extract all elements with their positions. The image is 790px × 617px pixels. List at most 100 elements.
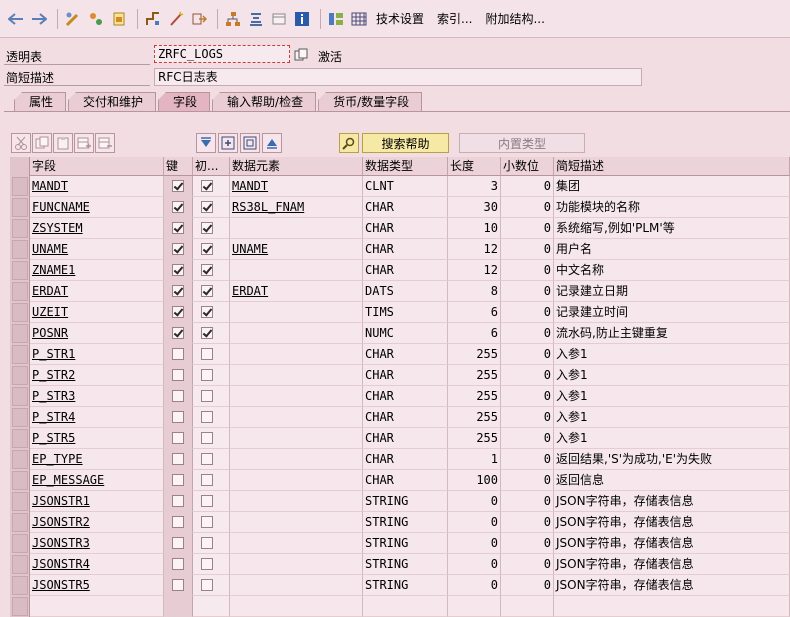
key-checkbox[interactable] <box>172 222 184 234</box>
field-name-cell[interactable]: UZEIT <box>30 302 164 323</box>
field-name-cell[interactable]: P_STR5 <box>30 428 164 449</box>
decimals-cell[interactable]: 0 <box>501 260 554 281</box>
key-checkbox[interactable] <box>172 495 184 507</box>
data-type-cell[interactable]: CHAR <box>363 239 448 260</box>
decimals-cell[interactable] <box>501 596 554 617</box>
tab-fields[interactable]: 字段 <box>158 92 211 111</box>
search-help-icon[interactable] <box>339 133 359 153</box>
short-description-cell[interactable]: JSON字符串，存储表信息 <box>554 575 790 596</box>
layout-icon[interactable] <box>326 9 346 29</box>
field-name-cell[interactable]: JSONSTR2 <box>30 512 164 533</box>
length-cell[interactable]: 1 <box>448 449 501 470</box>
initial-values-checkbox[interactable] <box>201 243 213 255</box>
short-description-cell[interactable]: 返回信息 <box>554 470 790 491</box>
data-element-cell[interactable]: RS38L_FNAM <box>230 197 363 218</box>
data-element-cell[interactable]: ERDAT <box>230 281 363 302</box>
data-type-cell[interactable]: STRING <box>363 554 448 575</box>
collapse-icon[interactable] <box>240 133 260 153</box>
data-element-cell[interactable] <box>230 575 363 596</box>
initial-values-checkbox[interactable] <box>201 516 213 528</box>
row-selector[interactable] <box>12 324 28 343</box>
decimals-cell[interactable]: 0 <box>501 428 554 449</box>
row-selector[interactable] <box>12 366 28 385</box>
test-icon[interactable] <box>189 9 209 29</box>
key-checkbox[interactable] <box>172 432 184 444</box>
data-element-cell[interactable] <box>230 449 363 470</box>
data-type-cell[interactable]: CHAR <box>363 449 448 470</box>
initial-values-checkbox[interactable] <box>201 306 213 318</box>
short-description-cell[interactable]: 流水码,防止主键重复 <box>554 323 790 344</box>
delete-row-icon[interactable] <box>95 133 115 153</box>
data-element-cell[interactable] <box>230 596 363 617</box>
decimals-cell[interactable]: 0 <box>501 512 554 533</box>
cut-icon[interactable] <box>11 133 31 153</box>
active-inactive-icon[interactable] <box>86 9 106 29</box>
length-cell[interactable]: 12 <box>448 239 501 260</box>
data-type-cell[interactable]: CHAR <box>363 470 448 491</box>
short-description-cell[interactable]: 记录建立时间 <box>554 302 790 323</box>
short-description-cell[interactable]: 功能模块的名称 <box>554 197 790 218</box>
decimals-cell[interactable]: 0 <box>501 344 554 365</box>
data-type-cell[interactable]: STRING <box>363 491 448 512</box>
data-element-cell[interactable] <box>230 302 363 323</box>
key-checkbox[interactable] <box>172 264 184 276</box>
short-description-cell[interactable]: 入参1 <box>554 344 790 365</box>
length-cell[interactable]: 0 <box>448 533 501 554</box>
row-selector[interactable] <box>12 387 28 406</box>
initial-values-checkbox-cell[interactable] <box>193 596 230 617</box>
data-type-cell[interactable]: NUMC <box>363 323 448 344</box>
display-frame-icon[interactable] <box>269 9 289 29</box>
row-selector[interactable] <box>12 408 28 427</box>
initial-values-checkbox[interactable] <box>201 327 213 339</box>
short-description-cell[interactable]: 入参1 <box>554 365 790 386</box>
short-description-cell[interactable] <box>554 596 790 617</box>
column-header-data-element[interactable]: 数据元素 <box>230 157 363 176</box>
decimals-cell[interactable]: 0 <box>501 302 554 323</box>
key-checkbox[interactable] <box>172 243 184 255</box>
key-checkbox[interactable] <box>172 474 184 486</box>
length-cell[interactable] <box>448 596 501 617</box>
short-description-cell[interactable]: 入参1 <box>554 407 790 428</box>
row-selector[interactable] <box>12 492 28 511</box>
data-element-cell[interactable] <box>230 323 363 344</box>
hierarchy-icon[interactable] <box>223 9 243 29</box>
tab-attributes[interactable]: 属性 <box>14 92 67 111</box>
decimals-cell[interactable]: 0 <box>501 491 554 512</box>
move-up-icon[interactable] <box>262 133 282 153</box>
row-selector[interactable] <box>12 345 28 364</box>
initial-values-checkbox[interactable] <box>201 579 213 591</box>
initial-values-checkbox[interactable] <box>201 537 213 549</box>
data-element-cell[interactable] <box>230 512 363 533</box>
key-checkbox[interactable] <box>172 558 184 570</box>
move-down-icon[interactable] <box>196 133 216 153</box>
other-object-icon[interactable] <box>109 9 129 29</box>
search-help-button[interactable]: 搜索帮助 <box>362 133 449 153</box>
short-description-cell[interactable]: JSON字符串，存储表信息 <box>554 512 790 533</box>
field-name-cell[interactable]: P_STR3 <box>30 386 164 407</box>
decimals-cell[interactable]: 0 <box>501 386 554 407</box>
initial-values-checkbox[interactable] <box>201 264 213 276</box>
row-selector[interactable] <box>12 597 28 616</box>
length-cell[interactable]: 12 <box>448 260 501 281</box>
field-name-cell[interactable]: JSONSTR3 <box>30 533 164 554</box>
data-element-cell[interactable] <box>230 470 363 491</box>
key-checkbox[interactable] <box>172 453 184 465</box>
data-type-cell[interactable]: TIMS <box>363 302 448 323</box>
field-name-cell[interactable]: ERDAT <box>30 281 164 302</box>
data-type-cell[interactable]: CHAR <box>363 386 448 407</box>
field-name-cell[interactable] <box>30 596 164 617</box>
decimals-cell[interactable]: 0 <box>501 176 554 197</box>
data-type-cell[interactable]: CHAR <box>363 407 448 428</box>
field-name-cell[interactable]: JSONSTR5 <box>30 575 164 596</box>
tab-input-help-check[interactable]: 输入帮助/检查 <box>212 92 317 111</box>
initial-values-checkbox[interactable] <box>201 390 213 402</box>
data-element-cell[interactable]: MANDT <box>230 176 363 197</box>
key-checkbox[interactable] <box>172 180 184 192</box>
field-name-cell[interactable]: JSONSTR1 <box>30 491 164 512</box>
data-type-cell[interactable]: CHAR <box>363 428 448 449</box>
data-element-cell[interactable] <box>230 428 363 449</box>
data-type-cell[interactable]: CHAR <box>363 365 448 386</box>
length-cell[interactable]: 0 <box>448 491 501 512</box>
initial-values-checkbox[interactable] <box>201 474 213 486</box>
data-element-cell[interactable] <box>230 218 363 239</box>
